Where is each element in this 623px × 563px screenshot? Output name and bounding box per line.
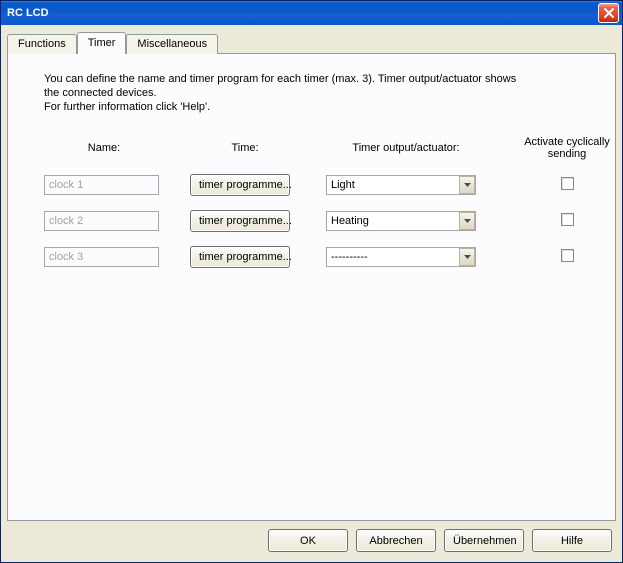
close-icon (604, 8, 614, 18)
output-value-3: ---------- (331, 251, 459, 263)
timer-programme-button-3[interactable]: timer programme... (190, 246, 290, 268)
window-title: RC LCD (7, 1, 598, 25)
output-value-2: Heating (331, 215, 459, 227)
name-input-2[interactable] (44, 211, 159, 231)
dialog-button-bar: OK Abbrechen Übernehmen Hilfe (7, 521, 616, 556)
activate-cell-2 (512, 213, 622, 229)
header-activate-line2: sending (548, 148, 587, 160)
description-text: You can define the name and timer progra… (44, 72, 591, 114)
activate-cell-3 (512, 249, 622, 265)
desc-line2: the connected devices. (44, 87, 157, 99)
timer-grid: Name: Time: Timer output/actuator: Activ… (44, 136, 591, 268)
timer-programme-button-2[interactable]: timer programme... (190, 210, 290, 232)
name-input-3[interactable] (44, 247, 159, 267)
header-time: Time: (190, 142, 300, 154)
header-activate-line1: Activate cyclically (524, 136, 610, 148)
activate-cell-1 (512, 177, 622, 193)
tab-timer[interactable]: Timer (77, 32, 127, 54)
output-combo-1[interactable]: Light (326, 175, 476, 195)
header-activate: Activate cyclically sending (512, 136, 622, 160)
timer-programme-button-1[interactable]: timer programme... (190, 174, 290, 196)
header-output: Timer output/actuator: (326, 142, 486, 154)
window-close-button[interactable] (598, 3, 619, 23)
apply-button[interactable]: Übernehmen (444, 529, 524, 552)
titlebar: RC LCD (1, 1, 622, 25)
help-button[interactable]: Hilfe (532, 529, 612, 552)
desc-line3: For further information click 'Help'. (44, 101, 210, 113)
output-value-1: Light (331, 179, 459, 191)
output-combo-2[interactable]: Heating (326, 211, 476, 231)
client-area: Functions Timer Miscellaneous You can de… (1, 25, 622, 562)
tabstrip: Functions Timer Miscellaneous (7, 32, 616, 54)
activate-checkbox-2[interactable] (561, 213, 574, 226)
activate-checkbox-3[interactable] (561, 249, 574, 262)
window-frame: RC LCD Functions Timer Miscellaneous You… (0, 0, 623, 563)
tab-miscellaneous[interactable]: Miscellaneous (126, 34, 218, 54)
header-name: Name: (44, 142, 164, 154)
ok-button[interactable]: OK (268, 529, 348, 552)
activate-checkbox-1[interactable] (561, 177, 574, 190)
chevron-down-icon (459, 176, 475, 194)
output-combo-3[interactable]: ---------- (326, 247, 476, 267)
tab-panel: You can define the name and timer progra… (7, 53, 616, 521)
chevron-down-icon (459, 248, 475, 266)
desc-line1: You can define the name and timer progra… (44, 73, 516, 85)
name-input-1[interactable] (44, 175, 159, 195)
cancel-button[interactable]: Abbrechen (356, 529, 436, 552)
tab-functions[interactable]: Functions (7, 34, 77, 54)
chevron-down-icon (459, 212, 475, 230)
